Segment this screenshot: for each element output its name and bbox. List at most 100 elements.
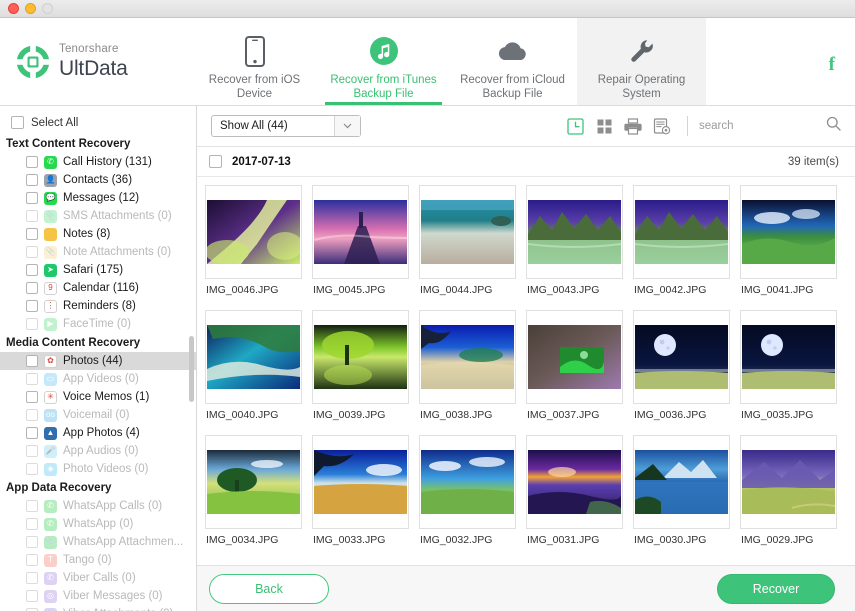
sidebar-item-checkbox[interactable] <box>26 572 38 584</box>
thumbnail-cell[interactable]: IMG_0037.JPG <box>526 310 633 435</box>
thumbnail-image[interactable] <box>526 310 623 404</box>
thumbnail-image[interactable] <box>312 185 409 279</box>
sidebar-item-checkbox[interactable] <box>26 228 38 240</box>
select-all-checkbox[interactable] <box>11 116 24 129</box>
thumbnail-image[interactable] <box>526 435 623 529</box>
tab-repair-operating-system[interactable]: Repair Operating System <box>577 18 706 105</box>
sidebar-item-app-videos[interactable]: ▭ App Videos (0) <box>0 370 196 388</box>
thumbnail-cell[interactable]: IMG_0031.JPG <box>526 435 633 560</box>
sidebar-item-checkbox[interactable] <box>26 409 38 421</box>
sidebar-item-photos[interactable]: ✿ Photos (44) <box>0 352 196 370</box>
search-input[interactable]: search <box>699 120 734 132</box>
facebook-icon[interactable]: f <box>829 54 835 76</box>
sidebar-item-checkbox[interactable] <box>26 210 38 222</box>
thumbnail-image[interactable] <box>419 435 516 529</box>
sidebar-item-whatsapp-attachments[interactable]: 📎 WhatsApp Attachmen... <box>0 533 196 551</box>
sidebar-item-calendar[interactable]: 9 Calendar (116) <box>0 279 196 297</box>
sidebar-item-checkbox[interactable] <box>26 246 38 258</box>
sidebar-item-checkbox[interactable] <box>26 373 38 385</box>
time-view-icon[interactable] <box>563 115 587 137</box>
thumbnail-cell[interactable]: IMG_0038.JPG <box>419 310 526 435</box>
minimize-button[interactable] <box>25 3 36 14</box>
tab-recover-from-ios-device[interactable]: Recover from iOS Device <box>190 18 319 105</box>
close-button[interactable] <box>8 3 19 14</box>
sidebar-item-checkbox[interactable] <box>26 463 38 475</box>
sidebar-item-checkbox[interactable] <box>26 300 38 312</box>
thumbnail-image[interactable] <box>526 185 623 279</box>
sidebar-item-notes[interactable]: Notes (8) <box>0 225 196 243</box>
thumbnail-image[interactable] <box>205 310 302 404</box>
thumbnail-cell[interactable]: IMG_0040.JPG <box>205 310 312 435</box>
thumbnail-cell[interactable]: IMG_0030.JPG <box>633 435 740 560</box>
sidebar-item-checkbox[interactable] <box>26 174 38 186</box>
thumbnail-cell[interactable]: IMG_0041.JPG <box>740 185 847 310</box>
thumbnail-image[interactable] <box>312 310 409 404</box>
thumbnail-cell[interactable]: IMG_0046.JPG <box>205 185 312 310</box>
sidebar-item-whatsapp-calls[interactable]: ✆ WhatsApp Calls (0) <box>0 497 196 515</box>
sidebar-item-tango[interactable]: T Tango (0) <box>0 551 196 569</box>
sidebar-item-checkbox[interactable] <box>26 355 38 367</box>
sidebar-item-app-audios[interactable]: 🎤 App Audios (0) <box>0 442 196 460</box>
thumbnail-image[interactable] <box>419 310 516 404</box>
thumbnail-cell[interactable]: IMG_0033.JPG <box>312 435 419 560</box>
sidebar-item-viber-calls[interactable]: ✆ Viber Calls (0) <box>0 569 196 587</box>
sidebar-item-checkbox[interactable] <box>26 500 38 512</box>
thumbnail-cell[interactable]: IMG_0035.JPG <box>740 310 847 435</box>
sidebar-scrollbar-thumb[interactable] <box>189 336 194 402</box>
sidebar-item-voice-memos[interactable]: ✳ Voice Memos (1) <box>0 388 196 406</box>
sidebar-item-checkbox[interactable] <box>26 445 38 457</box>
sidebar-item-facetime[interactable]: ▶ FaceTime (0) <box>0 315 196 333</box>
sidebar-item-checkbox[interactable] <box>26 518 38 530</box>
sidebar-item-voicemail[interactable]: oo Voicemail (0) <box>0 406 196 424</box>
print-icon[interactable] <box>621 115 645 137</box>
sidebar-item-photo-videos[interactable]: ◈ Photo Videos (0) <box>0 460 196 478</box>
thumbnail-cell[interactable]: IMG_0044.JPG <box>419 185 526 310</box>
tab-recover-from-itunes-backup-file[interactable]: Recover from iTunes Backup File <box>319 18 448 105</box>
sidebar-item-checkbox[interactable] <box>26 156 38 168</box>
thumbnail-cell[interactable]: IMG_0032.JPG <box>419 435 526 560</box>
grid-view-icon[interactable] <box>592 115 616 137</box>
thumbnail-cell[interactable]: IMG_0036.JPG <box>633 310 740 435</box>
recover-button[interactable]: Recover <box>717 573 835 604</box>
sidebar-item-checkbox[interactable] <box>26 192 38 204</box>
sidebar-item-checkbox[interactable] <box>26 536 38 548</box>
sidebar-scrollbar-track[interactable] <box>189 106 195 611</box>
thumbnail-image[interactable] <box>205 185 302 279</box>
search-box[interactable]: search <box>699 116 841 136</box>
sidebar-item-messages[interactable]: 💬 Messages (12) <box>0 189 196 207</box>
thumbnail-image[interactable] <box>633 185 730 279</box>
sidebar-item-viber-messages[interactable]: ◎ Viber Messages (0) <box>0 587 196 605</box>
sidebar-item-checkbox[interactable] <box>26 427 38 439</box>
select-date-checkbox[interactable] <box>209 155 222 168</box>
tab-recover-from-icloud-backup-file[interactable]: Recover from iCloud Backup File <box>448 18 577 105</box>
thumbnail-cell[interactable]: IMG_0045.JPG <box>312 185 419 310</box>
sidebar-item-viber-attachments[interactable]: 📎Viber Attachments (0) <box>0 605 196 611</box>
thumbnail-image[interactable] <box>633 435 730 529</box>
thumbnail-image[interactable] <box>740 435 837 529</box>
sidebar-item-safari[interactable]: ➤ Safari (175) <box>0 261 196 279</box>
thumbnail-cell[interactable]: IMG_0029.JPG <box>740 435 847 560</box>
back-button[interactable]: Back <box>209 573 329 604</box>
sidebar-item-checkbox[interactable] <box>26 282 38 294</box>
search-icon[interactable] <box>826 116 841 136</box>
sidebar-item-checkbox[interactable] <box>26 264 38 276</box>
maximize-button[interactable] <box>42 3 53 14</box>
sidebar-item-reminders[interactable]: ⋮ Reminders (8) <box>0 297 196 315</box>
export-settings-icon[interactable] <box>650 115 674 137</box>
sidebar-item-checkbox[interactable] <box>26 554 38 566</box>
thumbnail-image[interactable] <box>205 435 302 529</box>
sidebar-item-app-photos[interactable]: ▲ App Photos (4) <box>0 424 196 442</box>
thumbnail-image[interactable] <box>740 310 837 404</box>
thumbnail-cell[interactable]: IMG_0034.JPG <box>205 435 312 560</box>
sidebar-item-checkbox[interactable] <box>26 318 38 330</box>
sidebar-item-phone[interactable]: ✆ Call History (131) <box>0 153 196 171</box>
select-all-row[interactable]: Select All <box>0 113 196 134</box>
sidebar-item-checkbox[interactable] <box>26 391 38 403</box>
filter-select[interactable]: Show All (44) <box>211 115 361 137</box>
thumbnail-image[interactable] <box>419 185 516 279</box>
sidebar-item-whatsapp[interactable]: ✆ WhatsApp (0) <box>0 515 196 533</box>
thumbnail-cell[interactable]: IMG_0042.JPG <box>633 185 740 310</box>
thumbnail-image[interactable] <box>633 310 730 404</box>
sidebar-item-note-attachments[interactable]: 📎 Note Attachments (0) <box>0 243 196 261</box>
thumbnail-cell[interactable]: IMG_0039.JPG <box>312 310 419 435</box>
